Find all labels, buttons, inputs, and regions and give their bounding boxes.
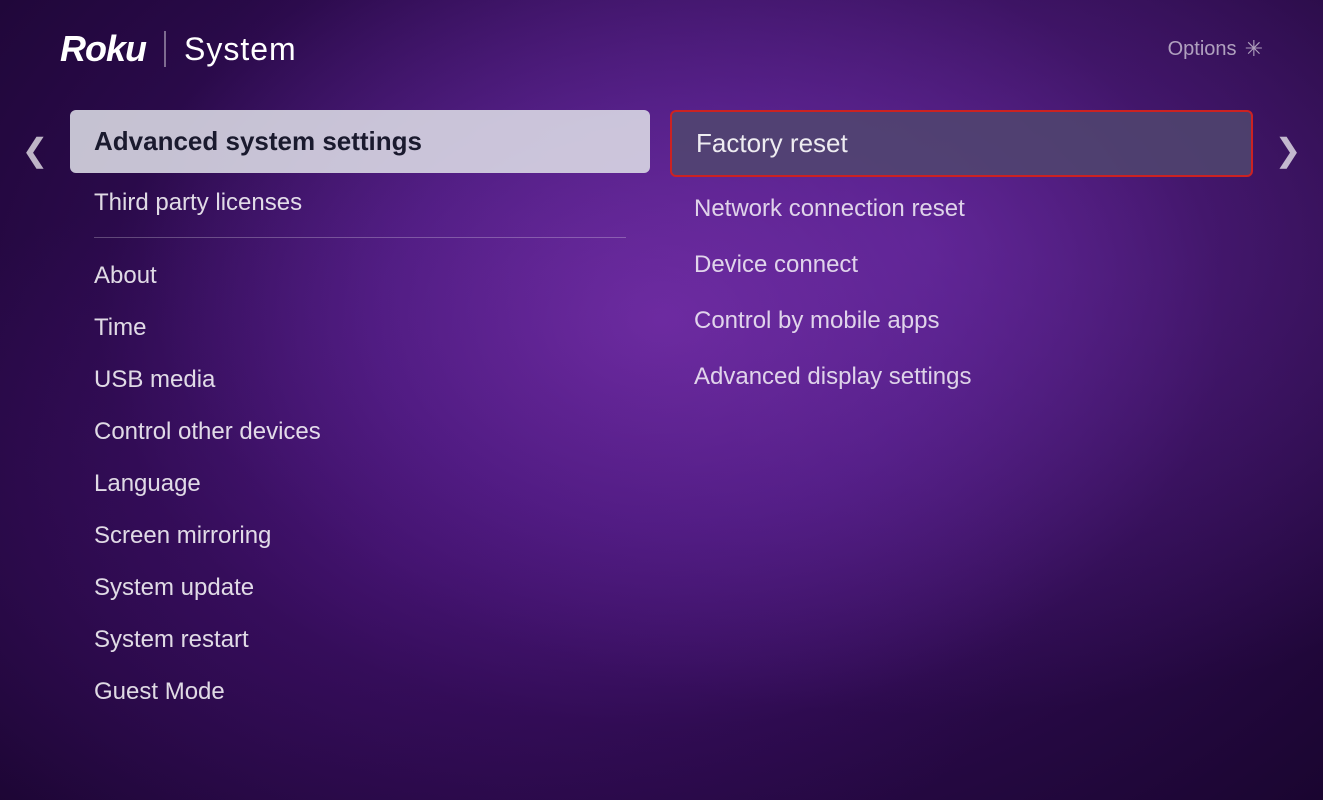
left-panel: Advanced system settings Third party lic… (70, 110, 650, 718)
panels: Advanced system settings Third party lic… (60, 110, 1263, 718)
menu-item-system-restart[interactable]: System restart (70, 614, 650, 666)
options-button[interactable]: Options ✳ (1168, 36, 1263, 62)
header: Roku System Options ✳ (0, 0, 1323, 90)
menu-item-screen-mirroring[interactable]: Screen mirroring (70, 510, 650, 562)
right-item-control-by-mobile-apps[interactable]: Control by mobile apps (670, 293, 1253, 349)
right-panel: Factory reset Network connection reset D… (650, 110, 1253, 718)
options-label: Options (1168, 38, 1237, 61)
main-content: ❮ Advanced system settings Third party l… (0, 90, 1323, 738)
menu-item-about[interactable]: About (70, 250, 650, 302)
right-item-advanced-display-settings[interactable]: Advanced display settings (670, 349, 1253, 405)
roku-logo: Roku (60, 28, 146, 70)
right-item-factory-reset[interactable]: Factory reset (670, 110, 1253, 177)
header-left: Roku System (60, 28, 297, 70)
menu-divider (94, 237, 626, 238)
right-arrow[interactable]: ❯ (1263, 120, 1313, 180)
menu-item-usb-media[interactable]: USB media (70, 354, 650, 406)
header-divider (164, 31, 166, 67)
left-arrow[interactable]: ❮ (10, 120, 60, 180)
menu-item-language[interactable]: Language (70, 458, 650, 510)
page-title: System (184, 31, 297, 68)
options-icon: ✳ (1245, 36, 1263, 62)
menu-item-third-party-licenses[interactable]: Third party licenses (70, 177, 650, 229)
right-item-device-connect[interactable]: Device connect (670, 237, 1253, 293)
menu-item-advanced-system-settings[interactable]: Advanced system settings (70, 110, 650, 173)
menu-item-system-update[interactable]: System update (70, 562, 650, 614)
menu-item-control-other-devices[interactable]: Control other devices (70, 406, 650, 458)
menu-item-guest-mode[interactable]: Guest Mode (70, 666, 650, 718)
right-item-network-connection-reset[interactable]: Network connection reset (670, 181, 1253, 237)
menu-item-time[interactable]: Time (70, 302, 650, 354)
